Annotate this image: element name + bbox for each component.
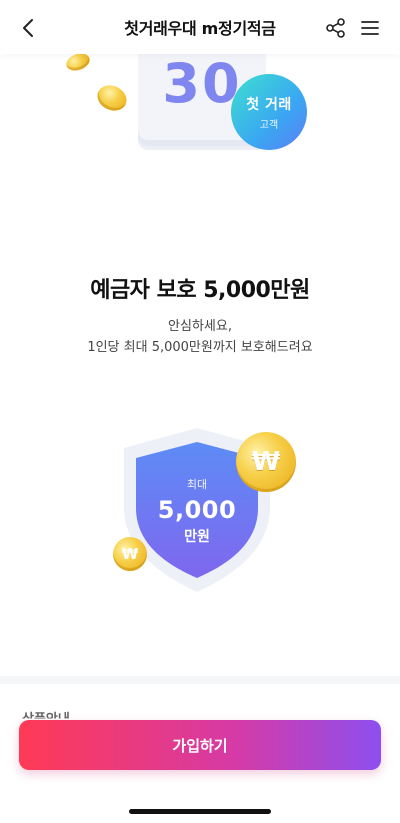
join-button[interactable]: 가입하기 xyxy=(19,720,381,770)
won-symbol: ₩ xyxy=(251,447,281,477)
home-indicator xyxy=(129,809,271,814)
top-nav-bar: 첫거래우대 m정기적금 xyxy=(0,0,400,54)
won-symbol: ₩ xyxy=(121,545,139,563)
shield-unit: 만원 xyxy=(184,529,210,545)
won-coin-icon: ₩ xyxy=(236,432,296,492)
protection-desc-line1: 안심하세요, xyxy=(168,319,232,334)
share-icon xyxy=(326,18,345,38)
protection-desc-line2: 1인당 최대 5,000만원까지 보호해드려요 xyxy=(87,340,313,355)
app-screen: 첫거래우대 m정기적금 30 첫 거래 고객 예금자 보호 5,000만원 안심… xyxy=(0,0,400,823)
hamburger-menu-icon xyxy=(361,21,379,35)
protection-description: 안심하세요, 1인당 최대 5,000만원까지 보호해드려요 xyxy=(0,316,400,358)
protection-title: 예금자 보호 5,000만원 xyxy=(90,278,310,303)
shield-label: 최대 5,000 만원 xyxy=(126,476,268,546)
hero-illustration: 30 첫 거래 고객 xyxy=(0,44,400,204)
shield-illustration: 최대 5,000 만원 ₩ ₩ xyxy=(110,420,300,600)
share-button[interactable] xyxy=(322,14,350,42)
coin-icon xyxy=(93,80,131,116)
badge-subtitle: 고객 xyxy=(259,119,279,131)
first-customer-badge: 첫 거래 고객 xyxy=(231,74,307,150)
shield-amount: 5,000 xyxy=(157,496,237,524)
won-coin-icon: ₩ xyxy=(113,537,147,571)
badge-title: 첫 거래 xyxy=(246,96,292,113)
calendar-number: 30 xyxy=(162,51,242,115)
menu-button[interactable] xyxy=(356,14,384,42)
